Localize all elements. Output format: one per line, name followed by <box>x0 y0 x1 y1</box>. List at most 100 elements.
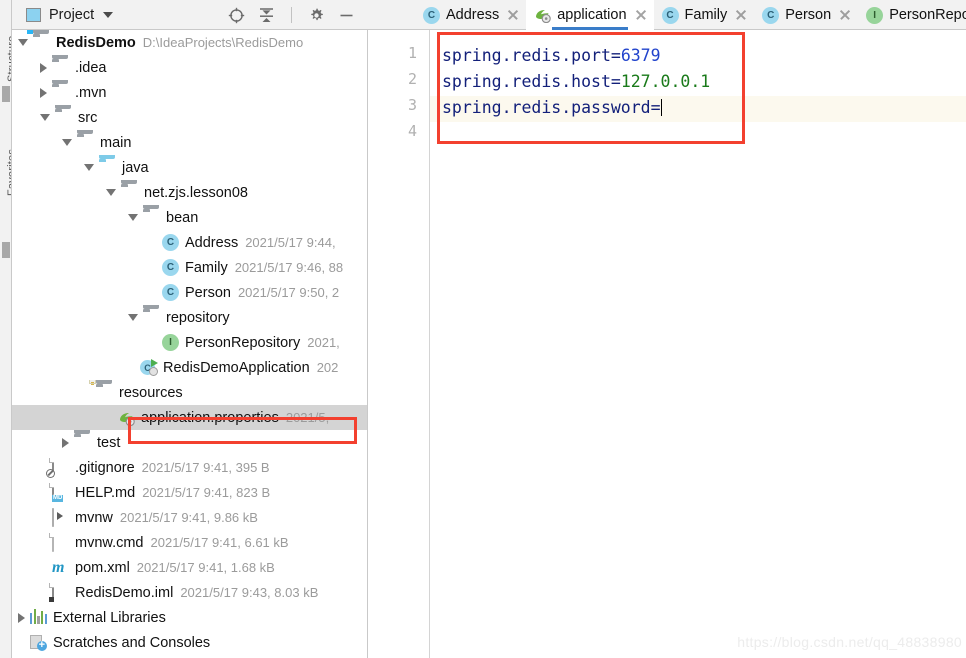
folder-icon <box>74 430 91 451</box>
tree-item-meta: 2021/5/17 9:41, 1.68 kB <box>136 560 275 575</box>
tree-row-selected[interactable]: application.properties 2021/5, <box>12 405 367 430</box>
line-number-gutter: 1 2 3 4 <box>369 30 430 658</box>
tree-item-label: Family <box>185 259 228 276</box>
idea-window: Structure Favorites Project C Address ap… <box>0 0 966 658</box>
chevron-open-icon[interactable] <box>106 189 116 196</box>
tree-row[interactable]: net.zjs.lesson08 <box>12 180 367 205</box>
chevron-open-icon[interactable] <box>128 314 138 321</box>
chevron-closed-icon[interactable] <box>62 437 69 448</box>
tab-person[interactable]: C Person <box>754 0 858 30</box>
minimize-icon[interactable] <box>338 7 355 24</box>
toolbar-separator <box>291 7 292 23</box>
tree-row[interactable]: src <box>12 105 367 130</box>
left-tool-strip[interactable]: Structure Favorites <box>0 0 12 658</box>
line-number: 4 <box>407 122 417 140</box>
tab-label: PersonRepository <box>889 7 966 23</box>
tree-row[interactable]: repository <box>12 305 367 330</box>
tree-row[interactable]: C Address 2021/5/17 9:44, <box>12 230 367 255</box>
source-root-folder-icon <box>99 155 116 176</box>
tree-item-label: Scratches and Consoles <box>53 634 211 651</box>
tree-row[interactable]: RedisDemo.iml 2021/5/17 9:43, 8.03 kB <box>12 580 367 605</box>
tree-row[interactable]: .gitignore 2021/5/17 9:41, 395 B <box>12 455 367 480</box>
tree-item-label: .mvn <box>75 84 107 101</box>
tree-row[interactable]: m pom.xml 2021/5/17 9:41, 1.68 kB <box>12 555 367 580</box>
tree-item-label: RedisDemo.iml <box>75 584 174 601</box>
resource-root-folder-icon <box>89 380 113 401</box>
tree-row[interactable]: test <box>12 430 367 455</box>
tree-item-label: External Libraries <box>53 609 166 626</box>
tab-application[interactable]: application <box>526 0 654 30</box>
tree-row[interactable]: External Libraries <box>12 605 367 630</box>
class-c-icon: C <box>423 6 440 24</box>
tree-item-meta: 2021, <box>307 335 340 350</box>
chevron-closed-icon[interactable] <box>40 87 47 98</box>
tree-item-meta: 2021/5/17 9:41, 823 B <box>142 485 271 500</box>
tree-row[interactable]: C RedisDemoApplication 202 <box>12 355 367 380</box>
tab-family[interactable]: C Family <box>654 0 755 30</box>
text-editor[interactable]: 1234 spring.redis.port=6379 spring.redis.… <box>369 30 966 658</box>
chevron-closed-icon[interactable] <box>40 62 47 73</box>
tab-personrepository[interactable]: I PersonRepository <box>858 0 966 30</box>
collapse-all-icon[interactable] <box>258 7 275 24</box>
tree-row[interactable]: MD HELP.md 2021/5/17 9:41, 823 B <box>12 480 367 505</box>
close-icon[interactable] <box>507 9 519 21</box>
tree-item-label: net.zjs.lesson08 <box>144 184 248 201</box>
tree-row[interactable]: mvnw 2021/5/17 9:41, 9.86 kB <box>12 505 367 530</box>
tab-label: Family <box>684 7 728 23</box>
tree-row[interactable]: Scratches and Consoles <box>12 630 367 655</box>
tree-item-label: application.properties <box>141 409 279 426</box>
tree-row[interactable]: main <box>12 130 367 155</box>
tree-item-meta: 2021/5/17 9:41, 6.61 kB <box>150 535 289 550</box>
chevron-down-icon[interactable] <box>103 12 114 18</box>
close-icon[interactable] <box>635 9 647 21</box>
project-window-icon <box>26 8 41 22</box>
tree-item-label: mvnw.cmd <box>75 534 144 551</box>
script-run-icon <box>52 508 69 527</box>
tree-row[interactable]: C Person 2021/5/17 9:50, 2 <box>12 280 367 305</box>
tree-row[interactable]: bean <box>12 205 367 230</box>
tab-address[interactable]: C Address <box>415 0 526 30</box>
spring-properties-icon <box>118 410 136 426</box>
property-key: spring.redis.password= <box>442 98 661 117</box>
close-icon[interactable] <box>839 9 851 21</box>
tree-row[interactable]: .idea <box>12 55 367 80</box>
chevron-open-icon[interactable] <box>62 139 72 146</box>
markdown-icon: MD <box>49 483 69 502</box>
package-icon <box>143 205 160 226</box>
watermark: https://blog.csdn.net/qq_48838980 <box>737 634 962 650</box>
code-line[interactable]: spring.redis.host=127.0.0.1 <box>442 69 710 95</box>
page-title: Project <box>49 7 95 23</box>
runnable-class-icon: C <box>140 359 158 376</box>
property-value: 6379 <box>620 46 661 65</box>
settings-gear-icon[interactable] <box>308 7 325 24</box>
chevron-open-icon[interactable] <box>84 164 94 171</box>
chevron-open-icon[interactable] <box>18 39 28 46</box>
code-area[interactable]: spring.redis.port=6379 spring.redis.host=… <box>431 30 966 658</box>
tree-row[interactable]: mvnw.cmd 2021/5/17 9:41, 6.61 kB <box>12 530 367 555</box>
locate-icon[interactable] <box>228 7 245 24</box>
maven-xml-icon: m <box>52 559 65 576</box>
iml-module-icon <box>49 583 69 602</box>
tree-row[interactable]: .mvn <box>12 80 367 105</box>
tree-row[interactable]: C Family 2021/5/17 9:46, 88 <box>12 255 367 280</box>
project-tree[interactable]: RedisDemo D:\IdeaProjects\RedisDemo .idea.… <box>12 30 368 658</box>
chevron-closed-icon[interactable] <box>18 612 25 623</box>
tree-item-label: Address <box>185 234 239 251</box>
text-caret <box>660 99 663 116</box>
tree-row[interactable]: resources <box>12 380 367 405</box>
code-line[interactable]: spring.redis.password= <box>442 95 663 121</box>
line-number: 2 <box>407 70 417 88</box>
strip-block <box>2 86 10 102</box>
text-file-icon <box>49 533 69 552</box>
code-line[interactable]: spring.redis.port=6379 <box>442 43 661 69</box>
tree-item-meta: 2021/5/17 9:41, 395 B <box>141 460 270 475</box>
chevron-open-icon[interactable] <box>40 114 50 121</box>
tree-row[interactable]: RedisDemo D:\IdeaProjects\RedisDemo <box>12 30 367 55</box>
folder-icon <box>52 55 69 76</box>
tree-row[interactable]: java <box>12 155 367 180</box>
editor-tab-bar: C Address application C Family C Person I Person… <box>415 0 966 30</box>
tree-row[interactable]: I PersonRepository 2021, <box>12 330 367 355</box>
close-icon[interactable] <box>735 9 747 21</box>
interface-i-icon: I <box>866 6 884 24</box>
chevron-open-icon[interactable] <box>128 214 138 221</box>
